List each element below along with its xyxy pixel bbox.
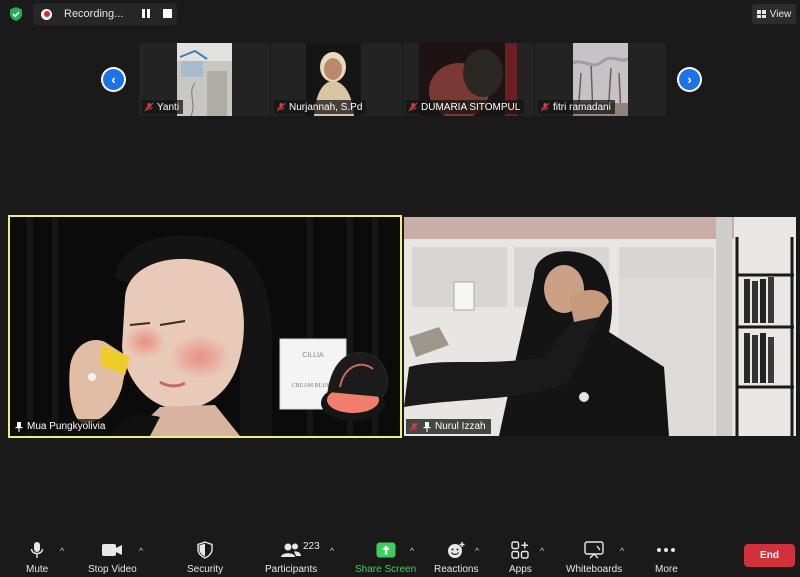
share-screen-label: Share Screen — [355, 564, 417, 575]
participant-thumbnail[interactable]: DUMARIA SITOMPUL — [403, 43, 534, 116]
security-label: Security — [187, 564, 224, 575]
reactions-options-chevron-up-icon[interactable]: ^ — [475, 546, 479, 556]
participant-thumbnail[interactable]: Nurjannah, S.Pd — [271, 43, 402, 116]
apps-icon — [511, 541, 530, 559]
thumbnail-name-tag: Yanti — [142, 100, 184, 114]
pin-icon — [15, 421, 23, 432]
participant-name: DUMARIA SITOMPUL — [421, 101, 521, 113]
apps-label: Apps — [509, 564, 532, 575]
stop-video-button[interactable]: Stop Video — [88, 540, 137, 575]
chevron-left-icon: ‹ — [103, 69, 124, 90]
pause-recording-icon[interactable] — [141, 9, 151, 19]
reactions-label: Reactions — [434, 564, 479, 575]
microphone-muted-icon — [276, 102, 286, 112]
microphone-muted-icon — [144, 102, 154, 112]
share-options-chevron-up-icon[interactable]: ^ — [410, 546, 414, 556]
video-options-chevron-up-icon[interactable]: ^ — [139, 546, 143, 556]
video-camera-icon — [102, 544, 123, 556]
participant-video — [404, 217, 796, 436]
reactions-button[interactable]: Reactions — [434, 540, 478, 575]
previous-page-button[interactable]: ‹ — [101, 67, 126, 92]
participant-video-tile[interactable]: Nurul Izzah — [404, 217, 796, 436]
security-button[interactable]: Security — [187, 540, 223, 575]
zoom-meeting-window: Recording... View ‹ Yanti Nurjannah, S.P… — [0, 0, 800, 577]
active-speaker-video[interactable]: CILLIA CREAM BLUSH Mua Pungkyolivia — [8, 215, 402, 438]
shield-icon — [197, 541, 213, 559]
more-button[interactable]: More — [655, 540, 678, 575]
share-screen-button[interactable]: Share Screen — [355, 540, 416, 575]
microphone-muted-icon — [540, 102, 550, 112]
whiteboards-options-chevron-up-icon[interactable]: ^ — [620, 546, 624, 556]
participant-name: Nurul Izzah — [435, 421, 486, 432]
participant-name: Yanti — [157, 101, 180, 113]
audio-options-chevron-up-icon[interactable]: ^ — [60, 546, 64, 556]
share-screen-icon — [376, 542, 396, 558]
stop-video-label: Stop Video — [88, 564, 137, 575]
whiteboards-label: Whiteboards — [566, 564, 623, 575]
recording-dot-icon — [41, 8, 52, 20]
recording-indicator: Recording... — [33, 3, 177, 25]
reactions-icon — [448, 542, 465, 558]
thumbnail-name-tag: Nurjannah, S.Pd — [274, 100, 367, 114]
participant-name: Mua Pungkyolivia — [27, 421, 106, 432]
thumbnail-name-tag: fitri ramadani — [538, 100, 615, 114]
video-name-tag: Nurul Izzah — [406, 419, 491, 434]
microphone-muted-icon — [408, 102, 418, 112]
view-label: View — [769, 8, 792, 20]
apps-button[interactable]: Apps — [509, 540, 532, 575]
participant-video: CILLIA CREAM BLUSH — [10, 217, 400, 436]
microphone-icon — [30, 542, 44, 558]
end-meeting-button[interactable]: End — [744, 544, 795, 567]
apps-options-chevron-up-icon[interactable]: ^ — [540, 546, 544, 556]
microphone-muted-icon — [409, 422, 419, 431]
whiteboards-button[interactable]: Whiteboards — [566, 540, 622, 575]
product-brand-text: CILLIA — [302, 352, 324, 359]
recording-label: Recording... — [64, 8, 124, 20]
more-label: More — [655, 564, 678, 575]
participants-label: Participants — [265, 564, 318, 575]
chevron-right-icon: › — [679, 69, 700, 90]
security-shield-icon[interactable] — [8, 6, 24, 22]
stop-recording-icon[interactable] — [163, 9, 172, 18]
thumbnail-name-tag: DUMARIA SITOMPUL — [406, 100, 525, 114]
next-page-button[interactable]: › — [677, 67, 702, 92]
participant-video — [177, 43, 232, 116]
mute-button[interactable]: Mute — [26, 540, 48, 575]
participant-thumbnail[interactable]: fitri ramadani — [535, 43, 666, 116]
participants-options-chevron-up-icon[interactable]: ^ — [330, 546, 334, 556]
view-button[interactable]: View — [752, 4, 796, 24]
participant-name: Nurjannah, S.Pd — [289, 101, 363, 113]
participants-count: 223 — [303, 541, 320, 552]
grid-view-icon — [756, 10, 766, 18]
whiteboard-icon — [584, 541, 604, 559]
video-name-tag: Mua Pungkyolivia — [12, 419, 111, 434]
participant-name: fitri ramadani — [553, 101, 611, 113]
mute-label: Mute — [26, 564, 49, 575]
participants-icon — [281, 543, 302, 557]
participant-thumbnail[interactable]: Yanti — [139, 43, 270, 116]
more-dots-icon — [657, 548, 676, 552]
pin-icon — [423, 421, 431, 432]
